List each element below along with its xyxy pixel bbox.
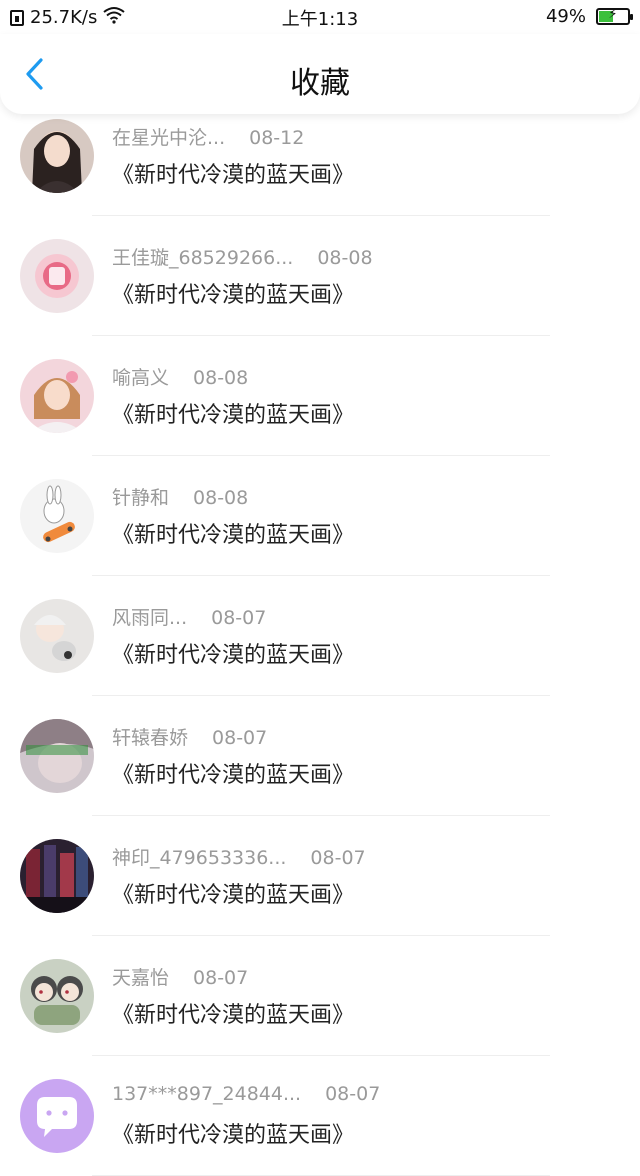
- status-time: 上午1:13: [281, 9, 359, 30]
- date: 08-08: [193, 487, 249, 509]
- list-item[interactable]: 风雨同... 08-07 《新时代冷漠的蓝天画》: [0, 576, 640, 696]
- username: 在星光中沦...: [112, 127, 226, 149]
- item-title: 《新时代冷漠的蓝天画》: [112, 883, 355, 908]
- username: 天嘉怡: [112, 967, 170, 989]
- date: 08-12: [249, 127, 305, 149]
- item-title: 《新时代冷漠的蓝天画》: [112, 1003, 355, 1028]
- username: 针静和: [112, 487, 170, 509]
- date: 08-08: [317, 247, 373, 269]
- username: 轩辕春娇: [112, 727, 189, 749]
- item-title: 《新时代冷漠的蓝天画》: [112, 1123, 355, 1148]
- item-title: 《新时代冷漠的蓝天画》: [112, 523, 355, 548]
- battery-percent: 49%: [545, 6, 586, 27]
- item-title: 《新时代冷漠的蓝天画》: [112, 643, 355, 668]
- avatar: [20, 479, 94, 553]
- username: 风雨同...: [112, 607, 188, 629]
- item-title: 《新时代冷漠的蓝天画》: [112, 403, 355, 428]
- avatar: [20, 1079, 94, 1153]
- avatar: [20, 959, 94, 1033]
- date: 08-07: [325, 1083, 381, 1105]
- page-title: 收藏: [290, 66, 350, 101]
- avatar: [20, 839, 94, 913]
- battery-icon: ⚡: [596, 7, 633, 25]
- date: 08-07: [212, 727, 268, 749]
- username: 王佳璇_68529266...: [112, 247, 294, 269]
- item-title: 《新时代冷漠的蓝天画》: [112, 283, 355, 308]
- list-item[interactable]: 神印_479653336... 08-07 《新时代冷漠的蓝天画》: [0, 816, 640, 936]
- username: 喻高义: [112, 367, 170, 389]
- list-item[interactable]: 喻高义 08-08 《新时代冷漠的蓝天画》: [0, 336, 640, 456]
- date: 08-07: [310, 847, 366, 869]
- list-item[interactable]: 针静和 08-08 《新时代冷漠的蓝天画》: [0, 456, 640, 576]
- favorites-list: 在星光中沦... 08-12 《新时代冷漠的蓝天画》 王佳璇_68529266.…: [0, 96, 640, 1176]
- avatar: [20, 719, 94, 793]
- date: 08-08: [193, 367, 249, 389]
- list-item[interactable]: 王佳璇_68529266... 08-08 《新时代冷漠的蓝天画》: [0, 216, 640, 336]
- date: 08-07: [211, 607, 267, 629]
- username: 神印_479653336...: [112, 847, 287, 869]
- avatar: [20, 599, 94, 673]
- list-item[interactable]: 137***897_24844... 08-07 《新时代冷漠的蓝天画》: [0, 1056, 640, 1176]
- item-title: 《新时代冷漠的蓝天画》: [112, 163, 355, 188]
- header: 收藏: [0, 34, 640, 114]
- list-item[interactable]: 天嘉怡 08-07 《新时代冷漠的蓝天画》: [0, 936, 640, 1056]
- status-right: 49% ⚡: [545, 6, 633, 27]
- list-item[interactable]: 轩辕春娇 08-07 《新时代冷漠的蓝天画》: [0, 696, 640, 816]
- charging-bolt-icon: ⚡: [608, 7, 618, 22]
- item-title: 《新时代冷漠的蓝天画》: [112, 763, 355, 788]
- avatar: [20, 359, 94, 433]
- date: 08-07: [193, 967, 249, 989]
- username: 137***897_24844...: [112, 1083, 302, 1105]
- status-bar: 25.7K/s 上午1:13 49% ⚡: [0, 0, 640, 34]
- avatar: [20, 119, 94, 193]
- list-item[interactable]: 在星光中沦... 08-12 《新时代冷漠的蓝天画》: [0, 96, 640, 216]
- avatar: [20, 239, 94, 313]
